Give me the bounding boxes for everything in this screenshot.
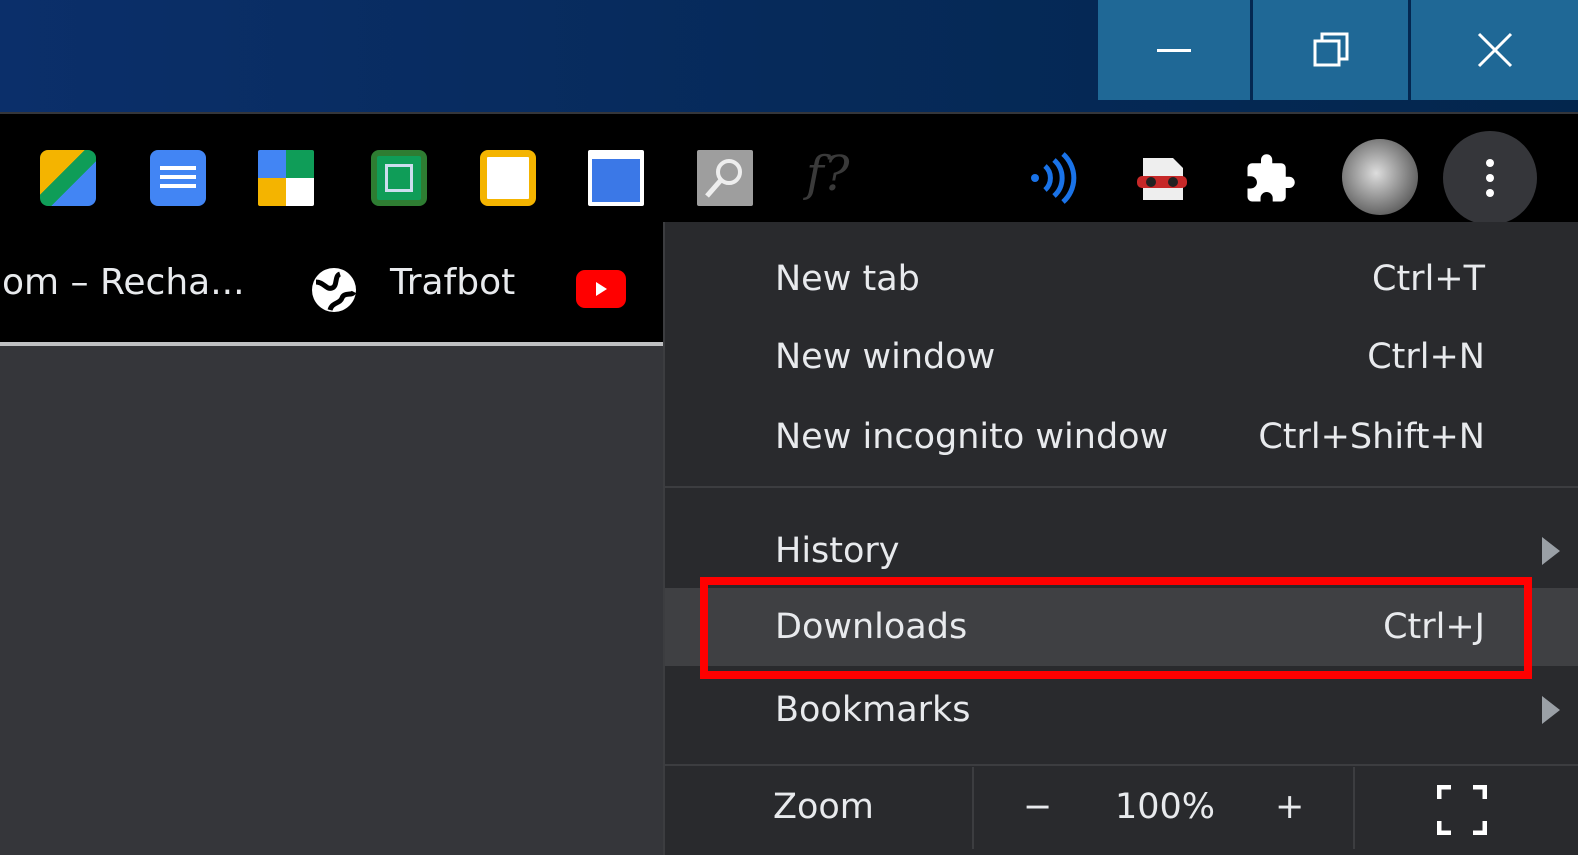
wifi-signal-icon[interactable] xyxy=(1027,152,1079,204)
restore-icon xyxy=(1313,32,1348,67)
shortcut-label: Ctrl+Shift+N xyxy=(1258,417,1485,457)
bookmark-item[interactable]: om – Recha... xyxy=(2,262,245,303)
zoom-level: 100% xyxy=(1115,787,1216,827)
google-sheets-icon[interactable] xyxy=(371,150,427,206)
close-icon xyxy=(1477,32,1512,68)
menu-item-label: New window xyxy=(775,337,996,377)
shortcut-label: Ctrl+T xyxy=(1372,259,1485,299)
menu-item-label: New tab xyxy=(775,259,920,299)
menu-item-label: Bookmarks xyxy=(775,690,971,730)
menu-item-label: New incognito window xyxy=(775,417,1169,457)
zoom-out-button[interactable]: − xyxy=(1023,787,1052,827)
chrome-main-menu: New tab Ctrl+T New window Ctrl+N New incog… xyxy=(663,222,1578,855)
menu-item-new-tab[interactable]: New tab Ctrl+T xyxy=(665,240,1578,318)
screen-capture-icon[interactable] xyxy=(588,150,644,206)
menu-divider xyxy=(665,486,1578,488)
google-drive-icon[interactable] xyxy=(40,150,96,206)
search-extension-icon[interactable] xyxy=(697,150,753,206)
profile-avatar[interactable] xyxy=(1342,139,1418,215)
fullscreen-icon[interactable] xyxy=(1437,785,1487,835)
menu-item-new-window[interactable]: New window Ctrl+N xyxy=(665,318,1578,396)
menu-item-bookmarks[interactable]: Bookmarks xyxy=(665,671,1578,749)
zoom-label: Zoom xyxy=(773,787,874,827)
kebab-icon xyxy=(1486,159,1494,167)
more-menu-button[interactable] xyxy=(1443,131,1537,225)
zoom-in-button[interactable]: + xyxy=(1275,787,1304,827)
submenu-arrow-icon xyxy=(1542,537,1560,565)
google-docs-icon[interactable] xyxy=(150,150,206,206)
puzzle-icon[interactable] xyxy=(1243,152,1297,206)
extensions-toolbar xyxy=(0,114,1578,224)
globe-icon xyxy=(312,268,357,312)
zoom-row: Zoom − 100% + xyxy=(665,767,1578,849)
bookmark-item-trafbot[interactable]: Trafbot xyxy=(390,262,515,303)
menu-divider xyxy=(972,767,974,849)
close-button[interactable] xyxy=(1411,0,1578,100)
incognito-icon[interactable] xyxy=(1135,152,1189,206)
formula-icon[interactable]: f? xyxy=(806,146,850,202)
downloads-highlight-box xyxy=(700,577,1532,679)
youtube-icon[interactable] xyxy=(576,270,626,308)
menu-divider xyxy=(1353,767,1355,849)
menu-item-label: History xyxy=(775,531,900,571)
menu-item-new-incognito-window[interactable]: New incognito window Ctrl+Shift+N xyxy=(665,398,1578,476)
restore-button[interactable] xyxy=(1253,0,1408,100)
minimize-icon xyxy=(1157,48,1191,52)
minimize-button[interactable] xyxy=(1098,0,1250,100)
shortcut-label: Ctrl+N xyxy=(1367,337,1485,377)
submenu-arrow-icon xyxy=(1542,696,1560,724)
google-slides-icon[interactable] xyxy=(480,150,536,206)
google-sites-icon[interactable] xyxy=(258,150,314,206)
menu-divider xyxy=(665,764,1578,766)
